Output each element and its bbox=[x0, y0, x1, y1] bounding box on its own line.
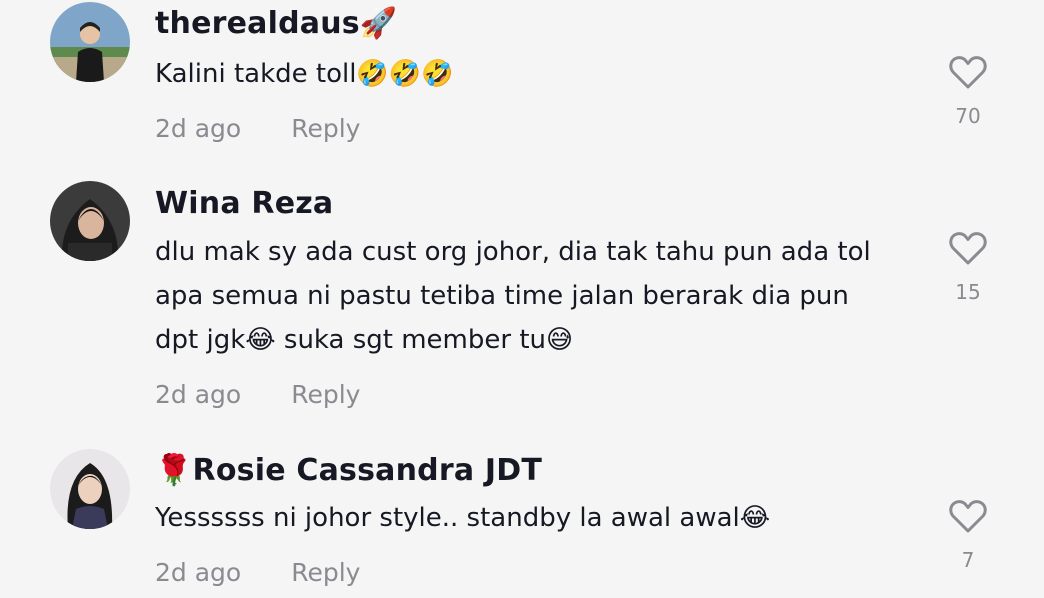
reply-button[interactable]: Reply bbox=[291, 380, 360, 409]
comment-text: dlu mak sy ada cust org johor, dia tak t… bbox=[155, 237, 871, 355]
comment-time: 2d ago bbox=[155, 380, 242, 409]
heart-outline-icon[interactable] bbox=[948, 54, 988, 90]
avatar-image bbox=[50, 449, 130, 529]
reply-button[interactable]: Reply bbox=[291, 558, 360, 587]
comment-item: 🌹Rosie Cassandra JDT Yessssss ni johor s… bbox=[0, 448, 1044, 598]
comment-username[interactable]: 🌹Rosie Cassandra JDT bbox=[155, 453, 542, 489]
like-count: 7 bbox=[961, 548, 975, 572]
comment-item: therealdaus🚀 Kalini takde toll🤣🤣🤣 2d ago… bbox=[0, 0, 1044, 160]
heart-outline-icon[interactable] bbox=[948, 230, 988, 266]
comment-time: 2d ago bbox=[155, 558, 242, 587]
comment-time: 2d ago bbox=[155, 114, 242, 143]
comment-text: Kalini takde toll🤣🤣🤣 bbox=[155, 59, 454, 89]
avatar[interactable] bbox=[50, 2, 130, 82]
like-control: 7 bbox=[948, 498, 988, 572]
avatar[interactable] bbox=[50, 449, 130, 529]
reply-button[interactable]: Reply bbox=[291, 114, 360, 143]
comment-username[interactable]: therealdaus🚀 bbox=[155, 6, 397, 42]
avatar-image bbox=[50, 181, 130, 261]
avatar-image bbox=[50, 2, 130, 82]
comment-username[interactable]: Wina Reza bbox=[155, 186, 333, 222]
comment-meta: 2d ago Reply bbox=[155, 380, 360, 410]
comment-item: Wina Reza dlu mak sy ada cust org johor,… bbox=[0, 180, 1044, 430]
avatar[interactable] bbox=[50, 181, 130, 261]
heart-outline-icon[interactable] bbox=[948, 498, 988, 534]
like-control: 70 bbox=[948, 54, 988, 128]
comment-text: Yessssss ni johor style.. standby la awa… bbox=[155, 503, 771, 533]
comment-meta: 2d ago Reply bbox=[155, 114, 360, 144]
like-control: 15 bbox=[948, 230, 988, 304]
like-count: 15 bbox=[955, 280, 981, 304]
like-count: 70 bbox=[955, 104, 981, 128]
comment-meta: 2d ago Reply bbox=[155, 558, 360, 588]
